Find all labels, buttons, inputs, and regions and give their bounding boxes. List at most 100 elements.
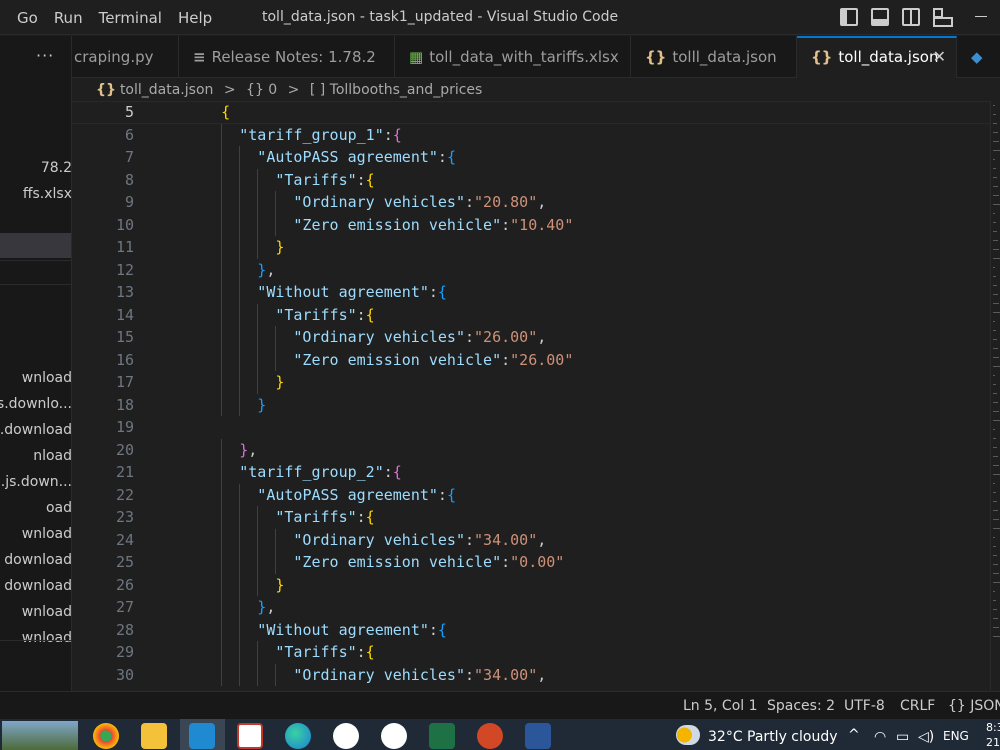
code-line[interactable]: "Ordinary vehicles":"34.00", [293,529,546,552]
line-number: 16 [115,350,134,369]
minimap-line [993,465,999,466]
code-line[interactable]: "Tariffs":{ [275,506,374,529]
weather-icon[interactable] [676,725,700,745]
word-icon[interactable] [525,723,551,749]
explorer-item[interactable]: n.js.down... [0,470,71,494]
battery-icon[interactable]: ▭ [896,729,909,745]
explorer-item[interactable]: wnload [0,522,71,546]
explorer-item[interactable]: s.downlo... [0,392,71,416]
toggle-primary-sidebar-icon[interactable] [840,8,858,26]
file-explorer-icon[interactable] [141,723,167,749]
code-line[interactable]: "Ordinary vehicles":"20.80", [293,191,546,214]
indent-guide [221,573,223,596]
code-token: , [248,440,258,459]
minimap-line [993,411,999,412]
code-line[interactable]: "Zero emission vehicle":"0.00" [293,551,564,574]
explorer-selected-item[interactable] [0,233,71,258]
explorer-item[interactable]: oad [0,496,71,520]
weather-text[interactable]: 32°C Partly cloudy [708,729,838,745]
toggle-secondary-sidebar-icon[interactable] [902,8,920,26]
vscode-icon[interactable] [189,723,215,749]
breadcrumb-file[interactable]: toll_data.json [120,82,213,98]
explorer-item[interactable]: download [0,574,71,598]
clock-time[interactable]: 8:3 [986,721,1000,734]
breadcrumb-array[interactable]: [ ] Tollbooths_and_prices [310,82,483,98]
code-token: } [275,373,285,391]
code-line[interactable]: "Ordinary vehicles":"34.00", [293,664,546,687]
code-line[interactable]: "Ordinary vehicles":"26.00", [293,326,546,349]
tab-release-notes[interactable]: ≡ Release Notes: 1.78.2 [179,36,395,78]
customize-layout-icon[interactable] [933,8,953,27]
explorer-item[interactable]: download [0,548,71,572]
cursor-position[interactable]: Ln 5, Col 1 [683,698,758,714]
language-mode[interactable]: {} JSON [948,698,1000,714]
explorer-item[interactable]: wnload [0,626,71,650]
menu-help[interactable]: Help [170,9,220,27]
code-line[interactable]: "Tariffs":{ [275,169,374,192]
tab-tolll-data-json[interactable]: {} tolll_data.json [631,36,797,78]
widgets-icon[interactable] [2,721,78,750]
input-language[interactable]: ENG [943,729,969,743]
mongodb-compass-icon[interactable] [333,723,359,749]
wifi-icon[interactable]: ◠ [874,729,886,745]
window-title: toll_data.json - task1_updated - Visual … [262,9,619,25]
code-editor[interactable]: 5{6 "tariff_group_1":{7 "AutoPASS agreemen… [72,101,990,691]
edge-icon[interactable] [285,723,311,749]
code-token: : [356,643,366,661]
clock-date[interactable]: 21/ [986,736,1000,749]
code-line[interactable]: "Without agreement":{ [257,281,447,304]
minimize-icon[interactable] [975,16,987,17]
code-token: "Ordinary vehicles" [293,665,465,684]
end-of-line[interactable]: CRLF [900,698,935,714]
indentation[interactable]: Spaces: 2 [767,698,835,714]
code-token: : [465,328,475,346]
code-line[interactable]: "Tariffs":{ [275,641,374,664]
tab-python-file[interactable]: ◆ [957,36,1000,78]
tab-scraping-py[interactable]: craping.py [72,36,179,78]
tab-toll-data-json[interactable]: {} toll_data.json ✕ [797,36,957,78]
explorer-item[interactable]: ffs.xlsx [0,182,71,206]
indent-guide [221,663,223,686]
code-line[interactable]: "Zero emission vehicle":"26.00" [293,349,573,372]
close-icon[interactable]: ✕ [933,38,946,76]
code-line[interactable]: }, [257,596,275,619]
code-line[interactable]: "tariff_group_2":{ [239,461,402,484]
code-line[interactable]: "Zero emission vehicle":"10.40" [293,214,573,237]
code-line[interactable]: "Without agreement":{ [257,619,447,642]
minimap-line [993,402,998,403]
code-line[interactable]: { [221,101,230,124]
volume-icon[interactable]: ◁) [918,729,934,745]
code-line[interactable]: }, [239,439,257,462]
menu-go[interactable]: Go [0,9,46,27]
code-token: { [392,125,402,144]
chrome-icon[interactable] [93,723,119,749]
explorer-item[interactable]: nload [0,444,71,468]
menu-terminal[interactable]: Terminal [91,9,170,27]
app-icon[interactable] [381,723,407,749]
breadcrumb-object[interactable]: {} 0 [246,82,277,98]
snipping-tool-icon[interactable] [237,723,263,749]
code-line[interactable]: } [275,371,284,394]
excel-icon[interactable] [429,723,455,749]
code-line[interactable]: } [275,236,284,259]
explorer-item[interactable]: wnload [0,366,71,390]
minimap-line [993,501,997,502]
code-line[interactable]: "AutoPASS agreement":{ [257,484,456,507]
explorer-item[interactable]: wnload [0,600,71,624]
code-line[interactable]: "Tariffs":{ [275,304,374,327]
code-line[interactable]: } [257,394,266,417]
menu-run[interactable]: Run [46,9,91,27]
code-line[interactable]: } [275,574,284,597]
chevron-up-icon[interactable]: ^ [848,727,860,743]
code-line[interactable]: "tariff_group_1":{ [239,124,402,147]
code-line[interactable]: }, [257,259,275,282]
minimap[interactable] [990,101,1000,691]
tab-toll-data-with-tariffs-xlsx[interactable]: ▦ toll_data_with_tariffs.xlsx [395,36,631,78]
toggle-panel-icon[interactable] [871,8,889,26]
explorer-item[interactable]: s.download [0,418,71,442]
powerpoint-icon[interactable] [477,723,503,749]
more-actions-icon[interactable]: ··· [36,46,54,65]
code-line[interactable]: "AutoPASS agreement":{ [257,146,456,169]
explorer-item[interactable]: 78.2 [0,156,71,180]
file-encoding[interactable]: UTF-8 [844,698,885,714]
